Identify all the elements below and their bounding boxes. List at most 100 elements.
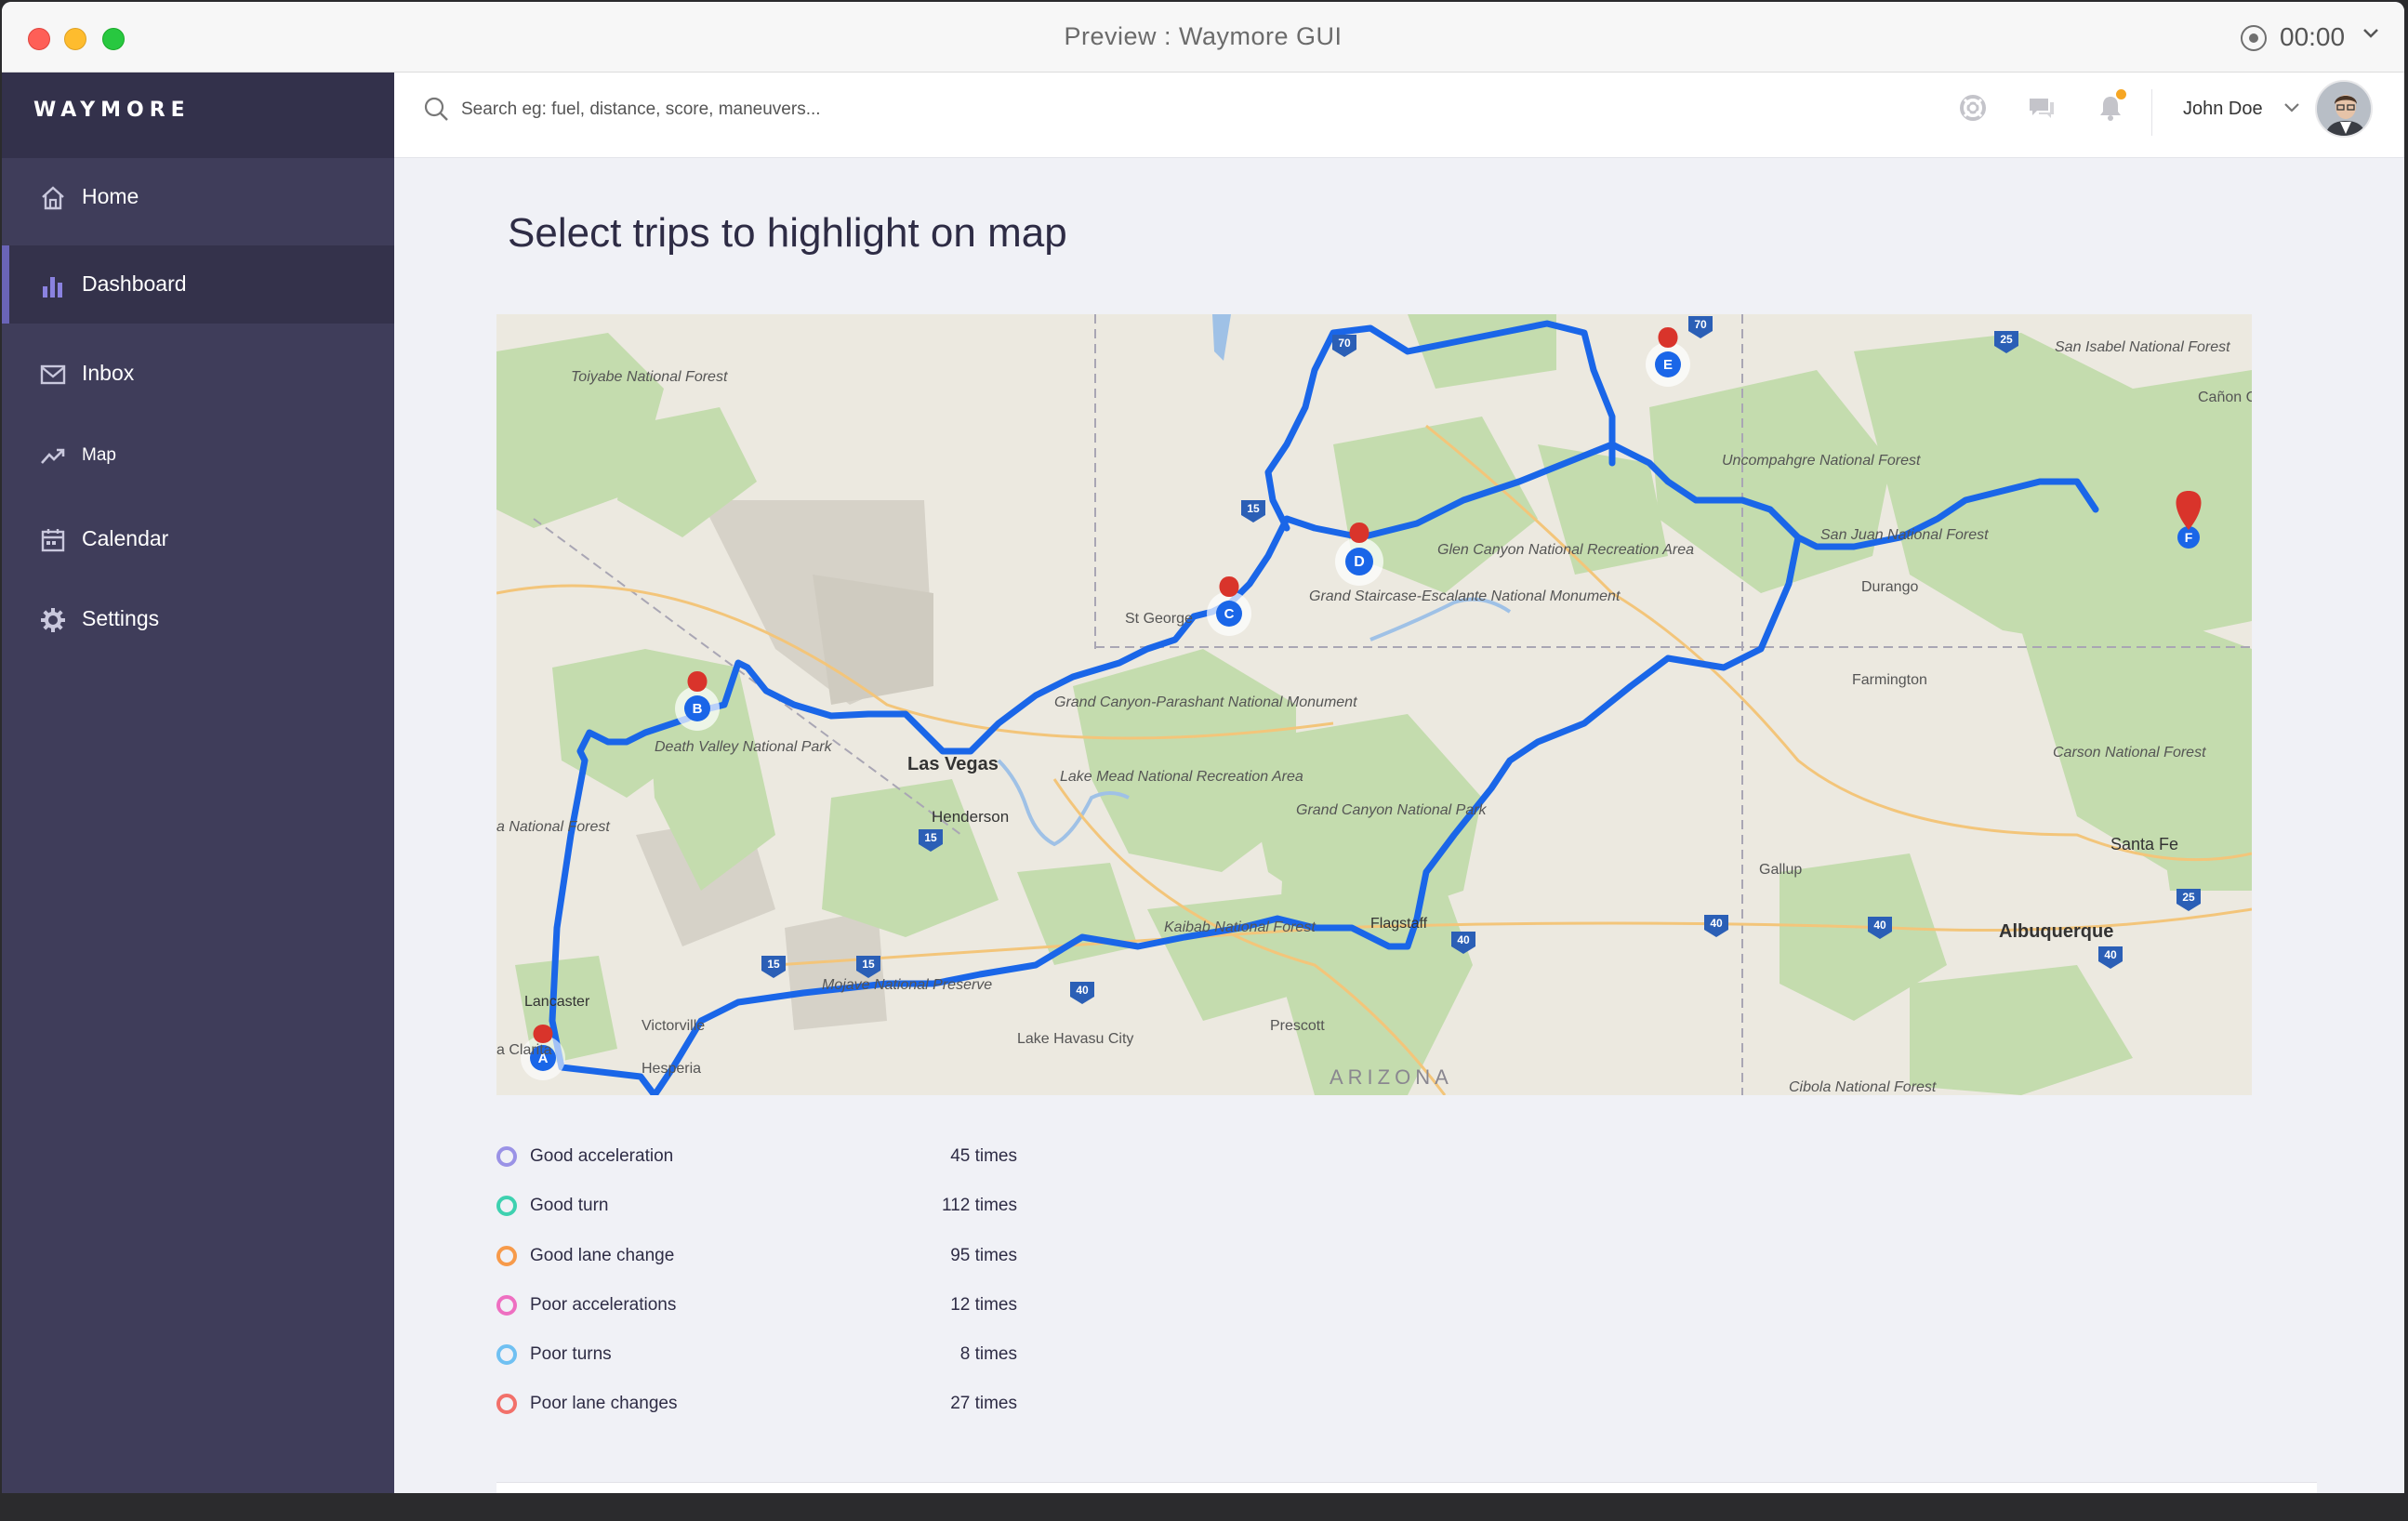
svg-text:D: D: [1354, 554, 1365, 570]
search-input[interactable]: [461, 91, 1298, 128]
map-label: Henderson: [932, 808, 1009, 826]
svg-text:70: 70: [1694, 318, 1707, 331]
sidebar: WAYMORE Home Dashboard Inbox Map Calenda…: [2, 73, 394, 1493]
svg-text:E: E: [1663, 357, 1673, 373]
sidebar-item-label: Dashboard: [82, 271, 187, 296]
map-label: a National Forest: [496, 819, 610, 835]
legend-item[interactable]: Poor turns 8 times: [496, 1337, 1017, 1374]
chevron-down-icon[interactable]: [2282, 97, 2302, 117]
gear-icon: [41, 608, 65, 632]
legend-item[interactable]: Poor lane changes 27 times: [496, 1386, 1017, 1423]
brand-logo[interactable]: WAYMORE: [33, 99, 191, 122]
chat-icon[interactable]: [2025, 91, 2058, 125]
sidebar-item-label: Calendar: [82, 526, 169, 550]
legend-label: Good lane change: [530, 1246, 675, 1265]
sidebar-item-map[interactable]: Map: [2, 417, 394, 495]
window-bottom-edge: [2, 1493, 2404, 1515]
chevron-down-icon[interactable]: [2361, 22, 2381, 43]
map-label: Santa Fe: [2110, 835, 2178, 853]
legend-label: Poor accelerations: [530, 1295, 677, 1315]
map-label: a Clarita: [496, 1042, 552, 1058]
divider: [2151, 89, 2152, 136]
legend-count: 12 times: [950, 1295, 1017, 1315]
legend-marker: [496, 1146, 517, 1167]
map-label: Durango: [1861, 579, 1918, 595]
svg-text:40: 40: [1710, 917, 1723, 930]
sidebar-item-dashboard[interactable]: Dashboard: [2, 245, 394, 324]
map-label: Victorville: [642, 1018, 705, 1034]
help-icon[interactable]: [1956, 91, 1990, 125]
main-content: Select trips to highlight on map A B C D…: [394, 158, 2404, 1501]
legend-marker: [496, 1344, 517, 1365]
title-bar: Preview : Waymore GUI 00:00: [2, 2, 2404, 73]
svg-text:15: 15: [924, 831, 937, 844]
svg-text:15: 15: [767, 958, 780, 971]
legend-marker: [496, 1394, 517, 1414]
legend-item[interactable]: Good turn 112 times: [496, 1188, 1017, 1225]
recording-time: 00:00: [2280, 22, 2346, 51]
svg-text:C: C: [1224, 606, 1235, 622]
svg-text:25: 25: [2000, 333, 2013, 346]
avatar[interactable]: [2315, 80, 2373, 138]
map-label: Cañon C: [2198, 390, 2252, 405]
svg-text:25: 25: [2182, 891, 2195, 904]
legend-count: 95 times: [950, 1246, 1017, 1265]
brand-bar: WAYMORE: [2, 73, 394, 158]
map-label: Albuquerque: [1999, 921, 2113, 942]
sidebar-item-calendar[interactable]: Calendar: [2, 500, 394, 578]
top-bar: John Doe: [394, 73, 2404, 158]
map-label: Glen Canyon National Recreation Area: [1437, 542, 1694, 558]
map-label: Lancaster: [524, 994, 590, 1010]
legend-marker: [496, 1246, 517, 1266]
legend-count: 45 times: [950, 1146, 1017, 1166]
legend-label: Poor lane changes: [530, 1394, 678, 1413]
map-label: Uncompahgre National Forest: [1722, 453, 1921, 469]
search-icon: [424, 97, 448, 121]
map-label: Carson National Forest: [2053, 745, 2206, 760]
map-label: Lake Havasu City: [1017, 1031, 1133, 1047]
legend-label: Good acceleration: [530, 1146, 674, 1166]
map-label: Grand Canyon-Parashant National Monument: [1054, 694, 1357, 710]
trip-map[interactable]: A B C D E F 70 15 15 15 70 40 40 40 40 4…: [496, 314, 2252, 1095]
legend-item[interactable]: Poor accelerations 12 times: [496, 1288, 1017, 1325]
page-title: Select trips to highlight on map: [508, 210, 1067, 256]
mail-icon: [40, 364, 66, 385]
map-label: St George: [1125, 611, 1193, 627]
map-label: Farmington: [1852, 672, 1927, 688]
app-window: Preview : Waymore GUI 00:00 WAYMORE Home…: [2, 2, 2404, 1515]
map-label: Cibola National Forest: [1789, 1079, 1937, 1095]
sidebar-item-inbox[interactable]: Inbox: [2, 335, 394, 413]
svg-text:40: 40: [2104, 948, 2117, 961]
map-desert: [813, 575, 933, 705]
map-label: Hesperia: [642, 1061, 701, 1077]
legend-count: 112 times: [942, 1196, 1017, 1215]
home-icon: [42, 186, 64, 210]
notification-badge: [2116, 89, 2126, 99]
bar-chart-icon: [43, 277, 62, 298]
legend-marker: [496, 1295, 517, 1316]
sidebar-item-home[interactable]: Home: [2, 158, 394, 236]
svg-text:40: 40: [1873, 919, 1886, 932]
sidebar-item-settings[interactable]: Settings: [2, 580, 394, 658]
map-label: ARIZONA: [1330, 1065, 1453, 1089]
legend-label: Good turn: [530, 1196, 609, 1215]
map-label: Prescott: [1270, 1018, 1325, 1034]
legend-item[interactable]: Good lane change 95 times: [496, 1238, 1017, 1276]
calendar-icon: [41, 529, 65, 552]
map-label: Death Valley National Park: [655, 739, 833, 755]
user-name[interactable]: John Doe: [2183, 99, 2263, 120]
legend-count: 27 times: [950, 1394, 1017, 1413]
sidebar-item-label: Map: [82, 445, 116, 465]
svg-text:F: F: [2185, 530, 2193, 545]
map-label: Kaibab National Forest: [1164, 919, 1316, 935]
svg-text:40: 40: [1457, 933, 1470, 946]
sidebar-item-label: Inbox: [82, 361, 135, 385]
map-label: Grand Canyon National Park: [1296, 802, 1488, 818]
legend-label: Poor turns: [530, 1344, 612, 1364]
legend-item[interactable]: Good acceleration 45 times: [496, 1139, 1017, 1176]
map-label: San Juan National Forest: [1820, 527, 1989, 543]
map-label: Lake Mead National Recreation Area: [1060, 769, 1303, 785]
window-title: Preview : Waymore GUI: [1064, 22, 1343, 50]
map-label: Mojave National Preserve: [822, 977, 992, 993]
record-icon[interactable]: [2241, 25, 2267, 51]
